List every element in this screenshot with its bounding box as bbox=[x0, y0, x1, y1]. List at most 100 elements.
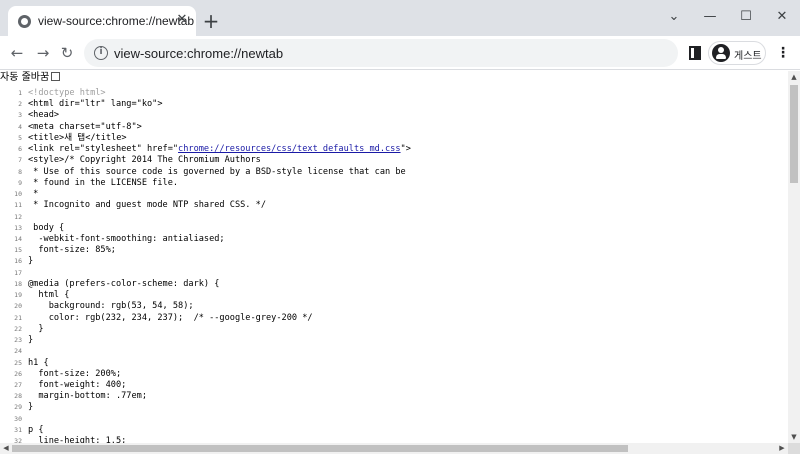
source-line: 22 } bbox=[0, 324, 788, 335]
tab-close-icon[interactable]: ✕ bbox=[174, 12, 190, 28]
line-number: 13 bbox=[14, 223, 22, 232]
line-number: 12 bbox=[14, 212, 22, 221]
line-content-suffix: "> bbox=[400, 144, 411, 155]
scroll-right-arrow-icon[interactable]: ▶ bbox=[776, 443, 788, 454]
source-line: 21 color: rgb(232, 234, 237); /* --googl… bbox=[0, 313, 788, 324]
maximize-button[interactable]: ☐ bbox=[728, 6, 764, 28]
line-number: 22 bbox=[14, 324, 22, 333]
source-line: 24 bbox=[0, 346, 788, 357]
line-content: background: rgb(53, 54, 58); bbox=[28, 301, 194, 312]
source-line: 28 margin-bottom: .77em; bbox=[0, 391, 788, 402]
line-number: 14 bbox=[14, 234, 22, 243]
url-text[interactable]: view-source:chrome://newtab bbox=[114, 46, 283, 61]
tab-search-chevron-icon[interactable]: ⌄ bbox=[656, 6, 692, 28]
line-content: <title>새 탭</title> bbox=[28, 132, 127, 143]
line-number: 10 bbox=[14, 190, 22, 199]
active-tab[interactable]: view-source:chrome://newtab ✕ bbox=[8, 6, 196, 36]
source-line: 14 -webkit-font-smoothing: antialiased; bbox=[0, 234, 788, 245]
line-content: color: rgb(232, 234, 237); /* --google-g… bbox=[28, 312, 313, 323]
source-line: 6 <link rel="stylesheet" href="chrome://r… bbox=[0, 144, 788, 155]
scroll-down-arrow-icon[interactable]: ▼ bbox=[788, 431, 800, 443]
window-close-button[interactable]: ✕ bbox=[764, 6, 800, 28]
scrollbar-corner bbox=[788, 443, 800, 454]
line-number: 1 bbox=[18, 89, 22, 97]
source-line: 19 html { bbox=[0, 290, 788, 301]
line-content: <link rel="stylesheet" href="chrome://re… bbox=[28, 144, 411, 155]
globe-icon bbox=[18, 15, 31, 28]
horizontal-scroll-thumb[interactable] bbox=[12, 445, 628, 452]
forward-button[interactable]: → bbox=[32, 42, 54, 64]
tab-title: view-source:chrome://newtab bbox=[38, 14, 195, 28]
source-line: 20 background: rgb(53, 54, 58); bbox=[0, 301, 788, 312]
tab-strip: view-source:chrome://newtab ✕ + ⌄ — ☐ ✕ bbox=[0, 0, 800, 36]
stylesheet-link[interactable]: chrome://resources/css/text_defaults_md.… bbox=[178, 144, 400, 154]
line-content: body { bbox=[28, 222, 65, 233]
source-line: 7 <style>/* Copyright 2014 The Chromium A… bbox=[0, 155, 788, 166]
source-line: 4 <meta charset="utf-8"> bbox=[0, 122, 788, 133]
line-content: @media (prefers-color-scheme: dark) { bbox=[28, 278, 220, 289]
vertical-scroll-thumb[interactable] bbox=[790, 85, 798, 183]
line-number: 26 bbox=[14, 369, 22, 378]
menu-kebab-icon[interactable]: ⋮ bbox=[776, 43, 790, 63]
source-line: 15 font-size: 85%; bbox=[0, 245, 788, 256]
line-number: 20 bbox=[14, 302, 22, 311]
address-bar[interactable]: i view-source:chrome://newtab bbox=[84, 39, 678, 67]
line-number: 29 bbox=[14, 403, 22, 412]
line-content: } bbox=[28, 323, 44, 334]
minimize-button[interactable]: — bbox=[692, 6, 728, 28]
profile-button[interactable]: 게스트 bbox=[708, 41, 766, 65]
line-number: 2 bbox=[18, 100, 22, 109]
line-content: -webkit-font-smoothing: antialiased; bbox=[28, 233, 225, 244]
line-number: 21 bbox=[14, 313, 22, 322]
line-wrap-checkbox[interactable] bbox=[51, 72, 61, 81]
line-content: * found in the LICENSE file. bbox=[28, 177, 179, 188]
line-number: 25 bbox=[14, 358, 22, 367]
new-tab-button[interactable]: + bbox=[200, 10, 222, 32]
source-line: 1 <!doctype html> bbox=[0, 88, 788, 99]
line-number: 16 bbox=[14, 257, 22, 266]
line-number: 8 bbox=[18, 167, 22, 176]
line-number: 7 bbox=[18, 156, 22, 165]
scroll-up-arrow-icon[interactable]: ▲ bbox=[788, 71, 800, 83]
side-panel-icon[interactable] bbox=[689, 46, 701, 60]
line-number: 23 bbox=[14, 336, 22, 345]
line-number: 3 bbox=[18, 111, 22, 120]
source-line: 17 bbox=[0, 268, 788, 279]
site-info-icon[interactable]: i bbox=[94, 46, 108, 60]
vertical-scrollbar[interactable]: ▲ ▼ bbox=[788, 71, 800, 443]
line-content: <head> bbox=[28, 110, 60, 121]
scroll-left-arrow-icon[interactable]: ◀ bbox=[0, 443, 12, 454]
line-content: line-height: 1.5; bbox=[28, 436, 127, 443]
line-number: 24 bbox=[14, 347, 22, 356]
avatar-icon bbox=[712, 44, 730, 62]
source-line: 23} bbox=[0, 335, 788, 346]
line-number: 15 bbox=[14, 246, 22, 255]
line-wrap-control: 자동 줄바꿈 bbox=[0, 71, 61, 85]
source-line: 12 bbox=[0, 212, 788, 223]
line-number: 31 bbox=[14, 425, 22, 434]
source-line: 27 font-weight: 400; bbox=[0, 380, 788, 391]
source-line: 9 * found in the LICENSE file. bbox=[0, 178, 788, 189]
profile-label: 게스트 bbox=[734, 51, 762, 62]
line-number: 18 bbox=[14, 279, 22, 288]
source-line: 11 * Incognito and guest mode NTP shared… bbox=[0, 200, 788, 211]
line-content: font-weight: 400; bbox=[28, 379, 127, 390]
source-line: 10 * bbox=[0, 189, 788, 200]
line-number: 27 bbox=[14, 380, 22, 389]
source-line: 30 bbox=[0, 414, 788, 425]
source-line: 16} bbox=[0, 256, 788, 267]
source-line: 31 p { bbox=[0, 425, 788, 436]
line-content: * bbox=[28, 189, 39, 200]
line-content: * Use of this source code is governed by… bbox=[28, 166, 406, 177]
line-content: margin-bottom: .77em; bbox=[28, 391, 147, 402]
line-number: 17 bbox=[14, 268, 22, 277]
source-line: 2 <html dir="ltr" lang="ko"> bbox=[0, 99, 788, 110]
reload-button[interactable]: ↻ bbox=[56, 42, 78, 64]
line-content: <style>/* Copyright 2014 The Chromium Au… bbox=[28, 155, 261, 166]
line-content: } bbox=[28, 335, 34, 346]
line-content: * Incognito and guest mode NTP shared CS… bbox=[28, 200, 266, 211]
line-number: 9 bbox=[18, 178, 22, 187]
back-button[interactable]: ← bbox=[6, 42, 28, 64]
line-content: p { bbox=[28, 424, 44, 435]
horizontal-scrollbar[interactable]: ◀ ▶ bbox=[0, 443, 788, 454]
